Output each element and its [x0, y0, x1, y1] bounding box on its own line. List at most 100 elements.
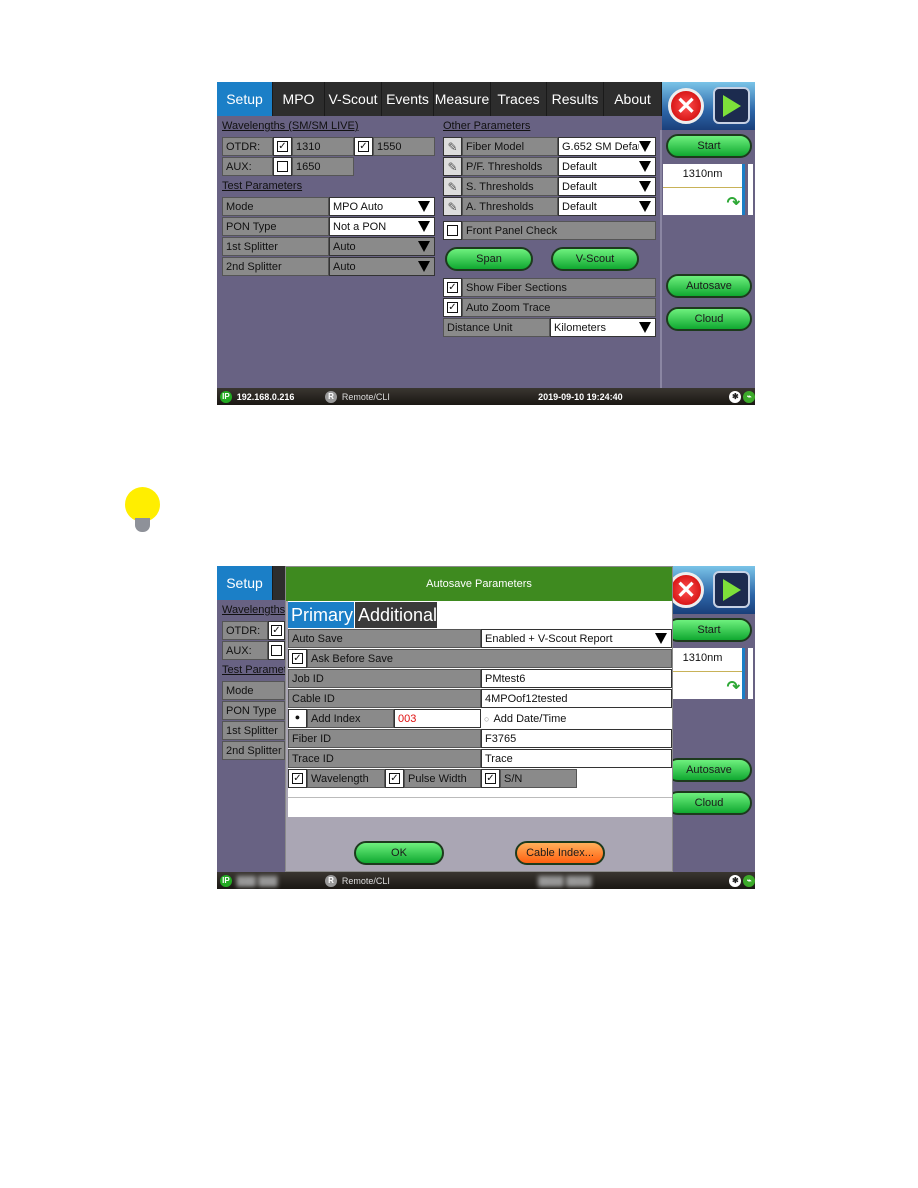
- job-id-input[interactable]: PMtest6: [481, 669, 672, 688]
- tab-results[interactable]: Results: [547, 82, 604, 116]
- curved-arrow-icon: ↷: [726, 679, 740, 696]
- trace-line: [663, 671, 742, 672]
- autosave-button[interactable]: Autosave: [666, 274, 752, 298]
- distance-unit-select[interactable]: Kilometers: [550, 318, 656, 337]
- fiber-id-label: Fiber ID: [288, 729, 481, 748]
- sn-label: S/N: [500, 769, 577, 788]
- cloud-button[interactable]: Cloud: [666, 791, 752, 815]
- pencil-icon[interactable]: ✎: [443, 137, 462, 156]
- tab-measure[interactable]: Measure: [434, 82, 491, 116]
- auto-zoom-trace-checkbox[interactable]: ✓: [443, 298, 462, 317]
- mode-row: Mode: [222, 681, 285, 700]
- distance-unit-label: Distance Unit: [443, 318, 550, 337]
- pf-thresholds-select[interactable]: Default: [558, 157, 656, 176]
- add-index-radio[interactable]: ●: [288, 709, 307, 728]
- wavelengths-heading: Wavelengths: [222, 604, 286, 616]
- front-panel-check-checkbox[interactable]: [443, 221, 462, 240]
- aux-checkbox[interactable]: [267, 641, 285, 660]
- tab-about[interactable]: About: [604, 82, 662, 116]
- auto-save-label: Auto Save: [288, 629, 481, 648]
- wavelength-option-label: Wavelength: [307, 769, 385, 788]
- auto-save-row: Auto Save Enabled + V-Scout Report: [288, 629, 672, 648]
- dropdown-arrow-icon: [639, 322, 651, 333]
- tab-primary[interactable]: Primary: [288, 602, 354, 628]
- wavelength-preview[interactable]: 1310nm ↷: [663, 164, 745, 215]
- sn-checkbox[interactable]: ✓: [481, 769, 500, 788]
- otdr-1310-label: 1310: [292, 137, 354, 156]
- tab-additional[interactable]: Additional: [355, 602, 437, 628]
- fiber-id-input[interactable]: F3765: [481, 729, 672, 748]
- span-button[interactable]: Span: [445, 247, 533, 271]
- otdr-checkbox[interactable]: ✓: [267, 621, 285, 640]
- pon-type-select[interactable]: Not a PON: [329, 217, 435, 236]
- checkmark-icon: ✓: [277, 141, 288, 152]
- ok-button[interactable]: OK: [354, 841, 444, 865]
- pon-type-value: Not a PON: [333, 220, 387, 233]
- second-splitter-select[interactable]: Auto: [329, 257, 435, 276]
- tab-traces[interactable]: Traces: [491, 82, 547, 116]
- cable-index-button[interactable]: Cable Index...: [515, 841, 605, 865]
- top-right-panel: ✕: [662, 566, 755, 614]
- wavelength-checkbox[interactable]: ✓: [288, 769, 307, 788]
- test-parameters-heading: Test Paramet: [222, 664, 287, 676]
- fiber-model-select[interactable]: G.652 SM Default: [558, 137, 656, 156]
- cable-id-input[interactable]: 4MPOof12tested: [481, 689, 672, 708]
- autosave-screen: Setup Wavelengths OTDR: ✓ AUX: Test Param…: [217, 566, 755, 889]
- mode-select[interactable]: MPO Auto: [329, 197, 435, 216]
- tab-mpo[interactable]: MPO: [273, 82, 325, 116]
- add-datetime-option[interactable]: ○ Add Date/Time: [481, 709, 672, 728]
- checkmark-icon: ✓: [389, 773, 400, 784]
- tip-bulb-icon: [125, 487, 160, 522]
- aux-1650-checkbox[interactable]: [273, 157, 292, 176]
- trace-id-row: Trace ID Trace: [288, 749, 672, 768]
- arrow-right-icon: [722, 578, 741, 601]
- first-splitter-row: 1st Splitter: [222, 721, 285, 740]
- pencil-icon[interactable]: ✎: [443, 177, 462, 196]
- first-splitter-select[interactable]: Auto: [329, 237, 435, 256]
- wavelength-preview[interactable]: 1310nm ↷: [663, 648, 745, 699]
- otdr-1550-checkbox[interactable]: ✓: [354, 137, 373, 156]
- auto-zoom-trace-label: Auto Zoom Trace: [462, 298, 656, 317]
- s-thresholds-select[interactable]: Default: [558, 177, 656, 196]
- trace-options-row: ✓ Wavelength ✓ Pulse Width ✓ S/N: [288, 769, 578, 788]
- start-button[interactable]: Start: [666, 618, 752, 642]
- wavelengths-heading: Wavelengths (SM/SM LIVE): [222, 120, 359, 132]
- a-thresholds-row: ✎ A. Thresholds Default: [443, 197, 656, 216]
- next-button[interactable]: [713, 87, 750, 124]
- start-button[interactable]: Start: [666, 134, 752, 158]
- ip-address-blurred: ███ ███: [236, 875, 278, 886]
- radio-selected-icon: ●: [294, 712, 301, 722]
- cable-id-label: Cable ID: [288, 689, 481, 708]
- auto-zoom-trace-row: ✓ Auto Zoom Trace: [443, 298, 656, 317]
- fiber-model-label: Fiber Model: [462, 137, 558, 156]
- separator: [288, 797, 672, 798]
- status-bar: IP 192.168.0.216 R Remote/CLI 2019-09-10…: [217, 388, 755, 405]
- tab-events[interactable]: Events: [382, 82, 434, 116]
- close-button[interactable]: ✕: [668, 572, 704, 608]
- pulse-width-checkbox[interactable]: ✓: [385, 769, 404, 788]
- pencil-icon[interactable]: ✎: [443, 157, 462, 176]
- s-thresholds-label: S. Thresholds: [462, 177, 558, 196]
- index-input[interactable]: 003: [394, 709, 481, 728]
- a-thresholds-select[interactable]: Default: [558, 197, 656, 216]
- autosave-button[interactable]: Autosave: [666, 758, 752, 782]
- trace-id-input[interactable]: Trace: [481, 749, 672, 768]
- tab-setup[interactable]: Setup: [217, 82, 273, 116]
- wifi-icon: ⌁: [743, 874, 755, 887]
- tab-vscout[interactable]: V-Scout: [325, 82, 382, 116]
- show-fiber-sections-row: ✓ Show Fiber Sections: [443, 278, 656, 297]
- fiber-model-value: G.652 SM Default: [562, 140, 639, 153]
- otdr-1310-checkbox[interactable]: ✓: [273, 137, 292, 156]
- mode-label: Mode: [222, 681, 285, 700]
- first-splitter-row: 1st Splitter Auto: [222, 237, 435, 256]
- vscout-button[interactable]: V-Scout: [551, 247, 639, 271]
- show-fiber-sections-checkbox[interactable]: ✓: [443, 278, 462, 297]
- tab-setup[interactable]: Setup: [217, 566, 273, 600]
- ip-icon: IP: [220, 874, 232, 887]
- auto-save-select[interactable]: Enabled + V-Scout Report: [481, 629, 672, 648]
- ask-before-save-checkbox[interactable]: ✓: [288, 649, 307, 668]
- next-button[interactable]: [713, 571, 750, 608]
- pencil-icon[interactable]: ✎: [443, 197, 462, 216]
- close-button[interactable]: ✕: [668, 88, 704, 124]
- cloud-button[interactable]: Cloud: [666, 307, 752, 331]
